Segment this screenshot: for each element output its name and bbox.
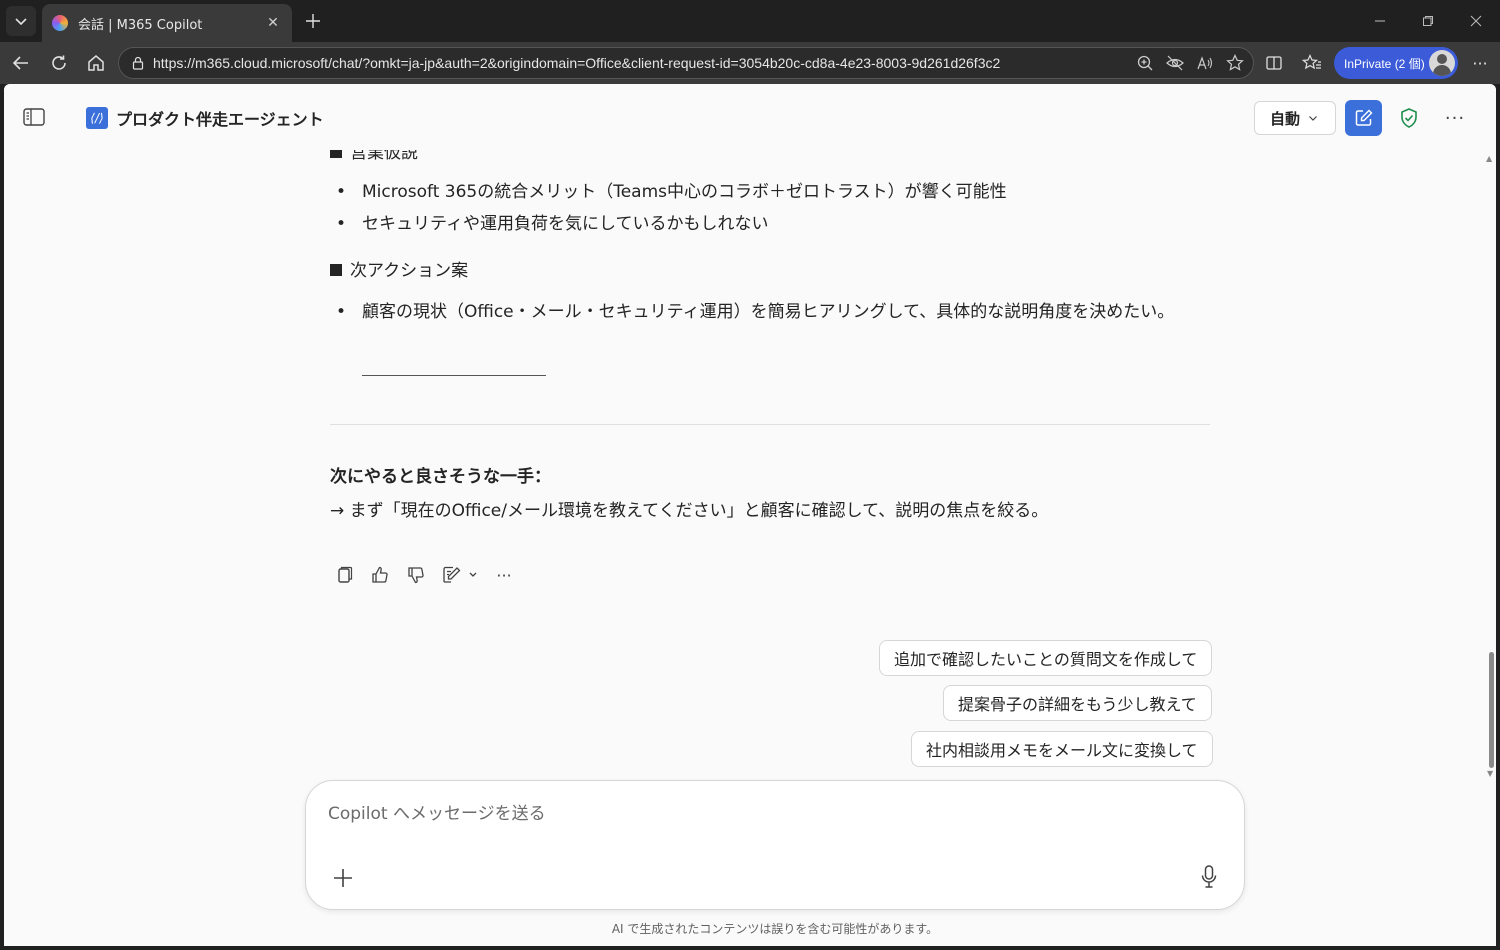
more-horizontal-icon: ··· (1472, 53, 1488, 73)
ai-disclaimer: AI で生成されたコンテンツは誤りを含む可能性があります。 (611, 922, 939, 936)
favorite-star-icon[interactable] (1225, 53, 1245, 73)
tab-strip: 会話 | M365 Copilot ✕ (0, 0, 1500, 42)
tracking-prevention-icon[interactable] (1165, 53, 1185, 73)
compose-icon (1355, 109, 1372, 126)
divider (330, 424, 1210, 425)
square-bullet-icon (330, 150, 342, 158)
chevron-down-icon (1309, 116, 1317, 121)
message-composer (305, 780, 1245, 910)
url-text[interactable]: https://m365.cloud.microsoft/chat/?omkt=… (153, 55, 1135, 71)
home-button[interactable] (83, 50, 109, 76)
add-attachment-button[interactable] (330, 865, 356, 891)
inprivate-profile-button[interactable]: InPrivate (2 個) (1334, 47, 1458, 79)
minimize-icon (1375, 20, 1385, 22)
copilot-logo-icon (52, 15, 68, 31)
tab-title: 会話 | M365 Copilot (78, 17, 203, 33)
favorites-button[interactable] (1300, 51, 1324, 75)
section-heading-next-actions: 次アクション案 (330, 256, 468, 281)
scroll-up-arrow-icon[interactable]: ▲ (1486, 154, 1492, 163)
close-tab-icon[interactable]: ✕ (264, 15, 282, 31)
suggestion-chip[interactable]: 提案骨子の詳細をもう少し教えて (943, 685, 1212, 721)
scroll-down-arrow-icon[interactable]: ▼ (1487, 769, 1493, 778)
list-item-text: Microsoft 365の統合メリット（Teams中心のコラボ＋ゼロトラスト）… (362, 182, 1007, 202)
list-item: 顧客の現状（Office・メール・セキュリティ運用）を簡易ヒアリングして、具体的… (336, 296, 1202, 328)
page-title: プロダクト伴走エージェント (116, 110, 324, 129)
home-icon (88, 55, 104, 71)
edit-in-pages-icon[interactable] (440, 563, 480, 587)
sidebar-toggle-icon[interactable] (22, 106, 46, 128)
new-tab-button[interactable] (300, 8, 326, 34)
section-heading-sales-hypothesis: 営業仮説 (330, 150, 418, 163)
more-options-button[interactable]: ··· (1442, 105, 1468, 131)
thumbs-down-icon[interactable] (404, 563, 428, 587)
close-icon (1470, 15, 1482, 27)
address-bar-row: https://m365.cloud.microsoft/chat/?omkt=… (0, 42, 1500, 84)
list-item: セキュリティや運用負荷を気にしているかもしれない (336, 208, 769, 240)
text-underline-rule (362, 375, 546, 376)
thumbs-up-icon[interactable] (368, 563, 392, 587)
browser-menu-button[interactable]: ··· (1468, 51, 1492, 75)
minimize-button[interactable] (1366, 10, 1394, 32)
square-bullet-icon (330, 264, 342, 276)
tab-list-button[interactable] (6, 6, 36, 36)
refresh-icon (52, 55, 66, 70)
more-horizontal-icon[interactable]: ··· (492, 563, 516, 587)
shield-check-icon (1401, 108, 1417, 128)
chat-content: 営業仮説 Microsoft 365の統合メリット（Teams中心のコラボ＋ゼロ… (4, 150, 1484, 784)
copy-icon[interactable] (332, 563, 356, 587)
scrollbar-thumb[interactable] (1489, 652, 1494, 768)
address-bar[interactable]: https://m365.cloud.microsoft/chat/?omkt=… (118, 47, 1254, 79)
suggestion-chip[interactable]: 追加で確認したいことの質問文を作成して (879, 640, 1213, 676)
copilot-app: ⟨/⟩ プロダクト伴走エージェント 自動 ··· 営業仮説 Microsoft … (4, 84, 1496, 946)
scrollbar[interactable]: ▲ ▼ (1486, 154, 1496, 778)
mode-label: 自動 (1270, 109, 1301, 128)
chevron-down-icon (15, 18, 27, 26)
favorites-list-icon (1302, 54, 1321, 70)
avatar (1429, 50, 1455, 76)
section-heading-text: 次アクション案 (350, 261, 469, 281)
list-item-text: セキュリティや運用負荷を気にしているかもしれない (362, 214, 769, 234)
list-item-text: 顧客の現状（Office・メール・セキュリティ運用）を簡易ヒアリングして、具体的… (362, 302, 1175, 322)
read-aloud-icon[interactable] (1195, 53, 1215, 73)
close-window-button[interactable] (1462, 10, 1490, 32)
list-item: Microsoft 365の統合メリット（Teams中心のコラボ＋ゼロトラスト）… (336, 176, 1007, 208)
app-header: ⟨/⟩ プロダクト伴走エージェント 自動 ··· (4, 84, 1496, 150)
agent-logo-icon: ⟨/⟩ (86, 107, 108, 129)
new-chat-button[interactable] (1345, 100, 1382, 136)
mode-select[interactable]: 自動 (1254, 101, 1336, 135)
refresh-button[interactable] (46, 50, 72, 76)
plus-icon (306, 14, 320, 28)
microphone-icon (1201, 865, 1217, 888)
split-screen-icon (1266, 56, 1282, 70)
more-horizontal-icon: ··· (1444, 107, 1466, 129)
message-input[interactable] (328, 799, 1188, 829)
next-step-body: → まず「現在のOffice/メール環境を教えてください」と顧客に確認して、説明… (330, 501, 1049, 521)
voice-input-button[interactable] (1196, 863, 1222, 891)
restore-button[interactable] (1414, 10, 1442, 32)
section-heading-text: 営業仮説 (350, 150, 418, 163)
zoom-icon[interactable] (1135, 53, 1155, 73)
browser-tab[interactable]: 会話 | M365 Copilot ✕ (42, 4, 292, 42)
protection-button[interactable] (1396, 105, 1422, 131)
inprivate-label: InPrivate (2 個) (1344, 56, 1425, 71)
arrow-left-icon (12, 56, 28, 70)
split-screen-button[interactable] (1262, 51, 1286, 75)
lock-icon[interactable] (131, 56, 145, 70)
response-actions: ··· (332, 562, 516, 588)
suggestion-chip[interactable]: 社内相談用メモをメール文に変換して (911, 731, 1213, 767)
back-button[interactable] (8, 50, 34, 76)
plus-icon (334, 869, 352, 887)
next-step-title: 次にやると良さそうな一手： (330, 467, 551, 487)
restore-icon (1423, 16, 1433, 26)
